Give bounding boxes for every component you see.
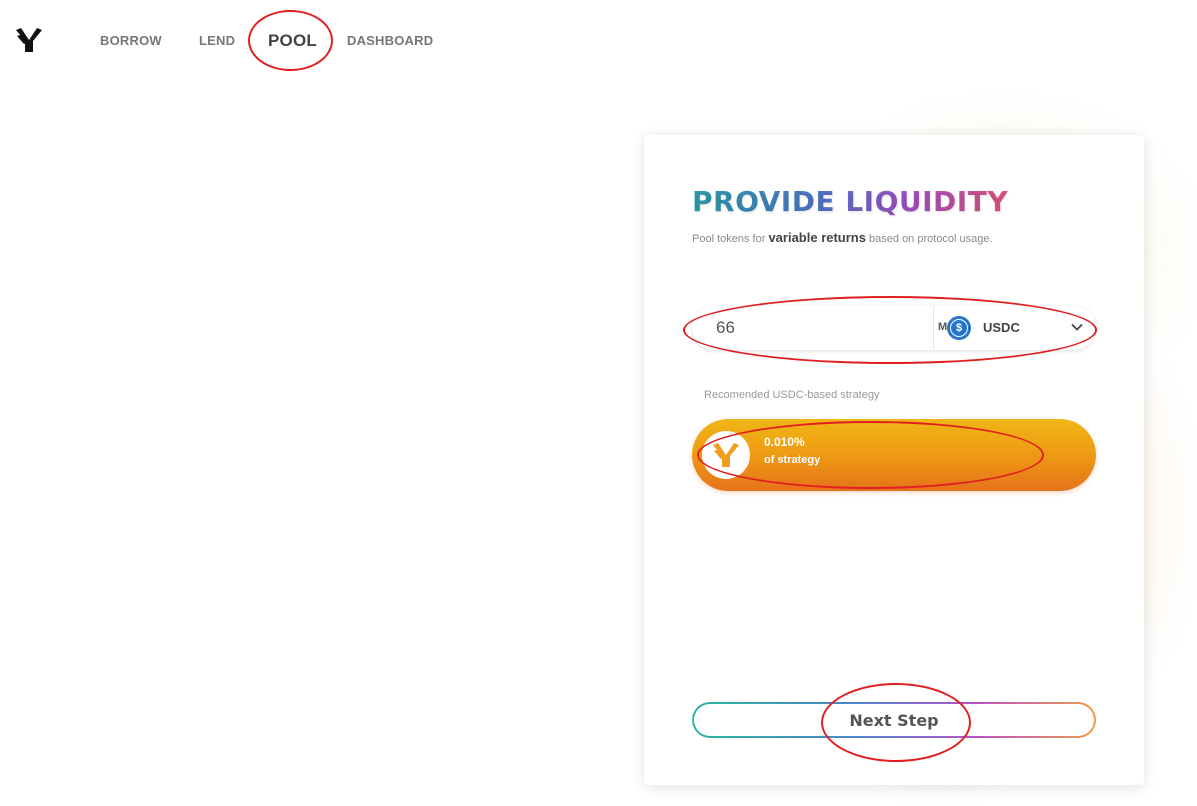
subtitle-pre: Pool tokens for (692, 233, 769, 245)
strategy-caption: Recomended USDC-based strategy (704, 389, 880, 401)
token-label: USDC (983, 320, 1020, 335)
provide-liquidity-card: PROVIDE LIQUIDITY Pool tokens for variab… (644, 135, 1144, 785)
amount-token-row: Max $ USDC (692, 306, 1096, 350)
nav-lend[interactable]: LEND (199, 33, 235, 48)
strategy-label: of strategy (764, 454, 821, 466)
card-subtitle: Pool tokens for variable returns based o… (692, 230, 993, 245)
strategy-option[interactable]: 0.010% of strategy (692, 419, 1096, 491)
strategy-value: 0.010% (764, 435, 805, 449)
subtitle-post: based on protocol usage. (865, 233, 993, 245)
chevron-down-icon (1071, 323, 1083, 331)
amount-input[interactable] (706, 306, 886, 350)
nav-pool[interactable]: POOL (268, 31, 317, 51)
strategy-logo-icon (702, 431, 750, 479)
nav-borrow[interactable]: BORROW (100, 33, 162, 48)
next-step-label: Next Step (849, 710, 939, 730)
subtitle-emphasis: variable returns (768, 230, 866, 245)
app-logo-icon[interactable] (14, 26, 44, 54)
card-title: PROVIDE LIQUIDITY (692, 185, 1009, 218)
next-step-button[interactable]: Next Step (692, 702, 1096, 738)
token-select[interactable]: $ USDC (933, 306, 1096, 350)
nav-dashboard[interactable]: DASHBOARD (347, 33, 433, 48)
usdc-icon: $ (947, 316, 971, 340)
